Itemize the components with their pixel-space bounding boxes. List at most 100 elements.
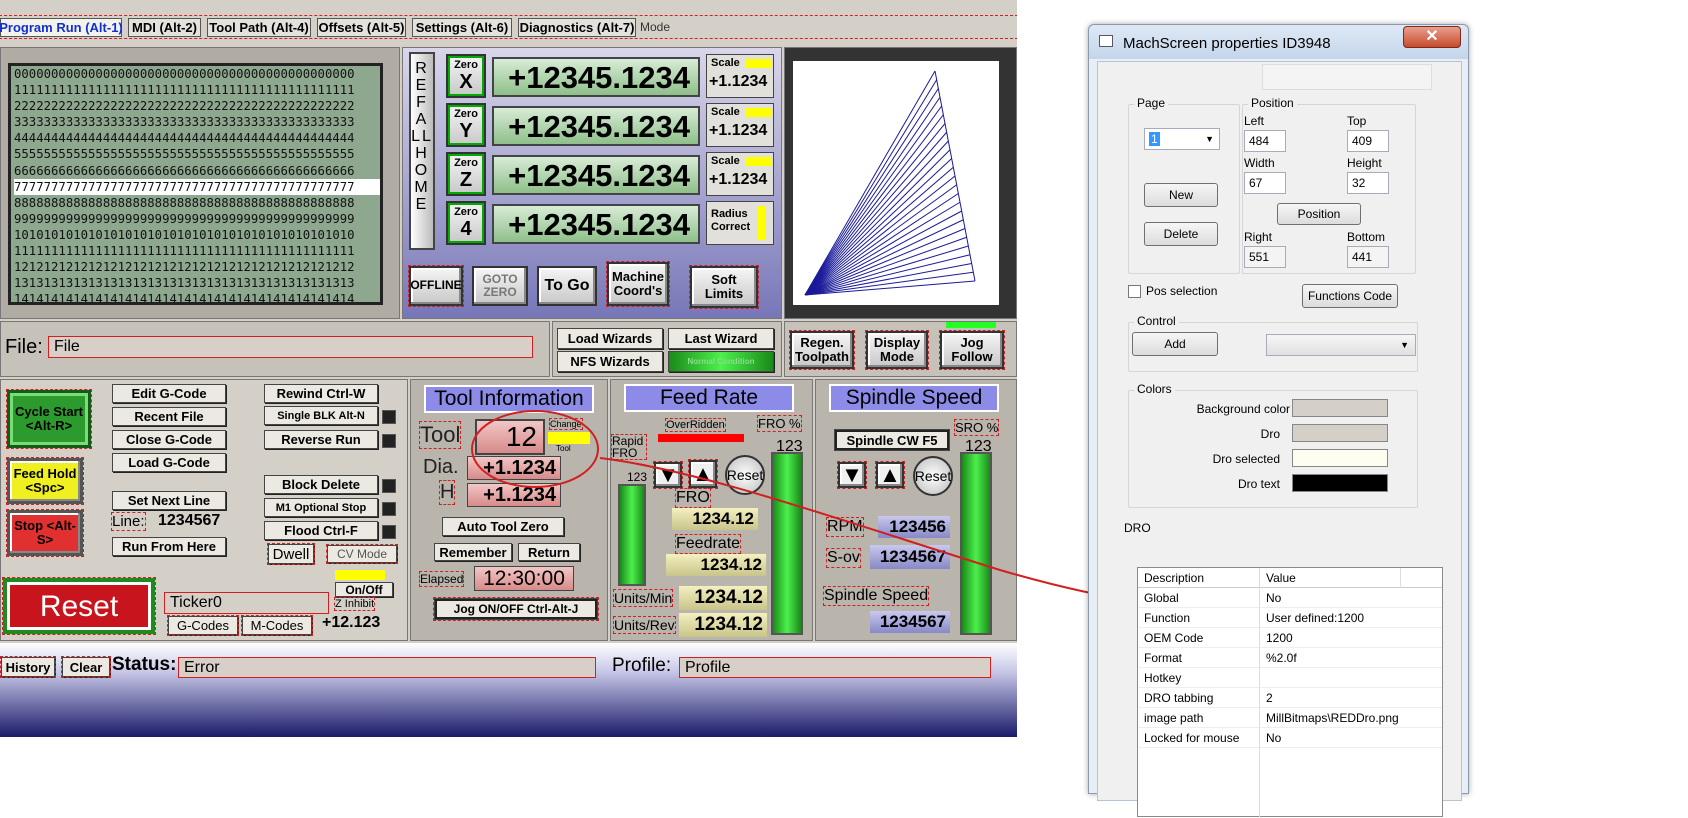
close-gcode-button[interactable]: Close G-Code — [112, 430, 226, 449]
jog-follow-button[interactable]: Jog Follow — [939, 330, 1005, 370]
grid-row[interactable]: Global No — [1138, 588, 1442, 608]
machine-coords-button[interactable]: Machine Coord's — [606, 261, 670, 307]
return-button[interactable]: Return — [518, 543, 580, 561]
dro-color-swatch[interactable] — [1292, 424, 1388, 442]
close-icon[interactable]: ✕ — [1403, 26, 1461, 48]
tool-number-dro[interactable]: 12 — [475, 419, 545, 455]
block-delete-button[interactable]: Block Delete — [264, 475, 378, 494]
fro-up-button[interactable]: ▲ — [688, 459, 718, 489]
offline-button[interactable]: OFFLINE — [408, 265, 464, 307]
grid-row[interactable]: Format %2.0f — [1138, 648, 1442, 668]
toolpath-display[interactable] — [793, 61, 999, 305]
tab-settings[interactable]: Settings (Alt-6) — [412, 18, 512, 37]
recent-file-button[interactable]: Recent File — [112, 407, 226, 426]
set-next-line-button[interactable]: Set Next Line — [112, 491, 226, 510]
tool-dia-dro[interactable]: +1.1234 — [467, 456, 561, 480]
fro-down-button[interactable]: ▼ — [653, 461, 683, 489]
position-button[interactable]: Position — [1277, 203, 1361, 225]
units-rev-dro[interactable]: 1234.12 — [679, 613, 767, 637]
edit-gcode-button[interactable]: Edit G-Code — [112, 384, 226, 403]
grid-row[interactable]: Hotkey — [1138, 668, 1442, 688]
single-block-button[interactable]: Single BLK Alt-N — [264, 406, 378, 425]
units-min-dro[interactable]: 1234.12 — [679, 586, 767, 610]
sro-down-button[interactable]: ▼ — [837, 461, 867, 489]
scale-z-box[interactable]: Scale +1.1234 — [706, 152, 774, 196]
dro-selected-swatch[interactable] — [1292, 449, 1388, 467]
scale-y-box[interactable]: Scale +1.1234 — [706, 103, 774, 147]
rewind-button[interactable]: Rewind Ctrl-W — [264, 384, 378, 403]
tab-tool-path[interactable]: Tool Path (Alt-4) — [207, 18, 311, 37]
history-button[interactable]: History — [0, 656, 56, 678]
top-input[interactable]: 409 — [1347, 130, 1389, 152]
fro-dro[interactable]: 1234.12 — [672, 508, 758, 530]
ref-all-home-button[interactable]: REF ALL HOME — [409, 52, 435, 250]
tab-program-run[interactable]: Program Run (Alt-1) — [0, 18, 123, 37]
nfs-wizards-button[interactable]: NFS Wizards — [557, 351, 663, 372]
last-wizard-button[interactable]: Last Wizard — [668, 328, 774, 349]
tab-diagnostics[interactable]: Diagnostics (Alt-7) — [518, 18, 636, 37]
display-mode-button[interactable]: Display Mode — [865, 330, 929, 370]
z-inhibit-onoff-button[interactable]: On/Off — [335, 582, 393, 597]
regen-toolpath-button[interactable]: Regen. Toolpath — [789, 330, 855, 370]
grid-row[interactable]: OEM Code 1200 — [1138, 628, 1442, 648]
pos-selection-checkbox[interactable] — [1128, 285, 1141, 298]
spindle-speed-dro[interactable]: 1234567 — [870, 611, 950, 633]
height-input[interactable]: 32 — [1347, 172, 1389, 194]
run-from-here-button[interactable]: Run From Here — [112, 537, 226, 556]
radius-correct-box[interactable]: Radius Correct — [706, 201, 774, 245]
grid-row[interactable]: Function User defined:1200 — [1138, 608, 1442, 628]
zero-4-button[interactable]: Zero 4 — [446, 201, 486, 245]
width-input[interactable]: 67 — [1244, 172, 1286, 194]
new-page-button[interactable]: New — [1144, 183, 1218, 207]
grid-row[interactable]: DRO tabbing 2 — [1138, 688, 1442, 708]
gcodes-button[interactable]: G-Codes — [167, 615, 239, 636]
dro-y[interactable]: +12345.1234 — [492, 106, 700, 146]
mcodes-button[interactable]: M-Codes — [241, 615, 313, 636]
fro-reset-button[interactable]: Reset — [725, 455, 765, 495]
load-wizards-button[interactable]: Load Wizards — [557, 328, 663, 349]
zero-z-button[interactable]: Zero Z — [446, 152, 486, 196]
sro-reset-button[interactable]: Reset — [913, 456, 953, 496]
m1-optional-stop-button[interactable]: M1 Optional Stop — [264, 498, 378, 517]
spindle-cw-button[interactable]: Spindle CW F5 — [834, 429, 950, 451]
jog-onoff-button[interactable]: Jog ON/OFF Ctrl-Alt-J — [433, 597, 599, 621]
sov-dro[interactable]: 1234567 — [870, 545, 950, 569]
dro-4[interactable]: +12345.1234 — [492, 204, 700, 244]
bg-color-swatch[interactable] — [1292, 399, 1388, 417]
reset-button[interactable]: Reset — [2, 577, 156, 635]
left-input[interactable]: 484 — [1244, 130, 1286, 152]
clear-button[interactable]: Clear — [61, 656, 111, 678]
rapid-fro-slider[interactable] — [618, 484, 646, 586]
stop-button[interactable]: Stop <Alt-S> — [6, 509, 84, 557]
dro-text-swatch[interactable] — [1292, 474, 1388, 492]
tool-h-dro[interactable]: +1.1234 — [467, 483, 561, 507]
goto-zero-button[interactable]: GOTO ZERO — [472, 266, 528, 306]
zero-y-button[interactable]: Zero Y — [446, 103, 486, 147]
zero-x-button[interactable]: Zero X — [446, 54, 486, 98]
flood-button[interactable]: Flood Ctrl-F — [264, 521, 378, 540]
feed-hold-button[interactable]: Feed Hold <Spc> — [6, 457, 84, 505]
gcode-listing[interactable]: 0000000000000000000000000000000000000000… — [8, 63, 383, 305]
auto-tool-zero-button[interactable]: Auto Tool Zero — [442, 517, 564, 536]
page-select[interactable]: 1 ▼ — [1144, 128, 1220, 150]
scale-x-box[interactable]: Scale +1.1234 — [706, 54, 774, 98]
delete-page-button[interactable]: Delete — [1144, 222, 1218, 246]
grid-row[interactable]: image path MillBitmaps\REDDro.png — [1138, 708, 1442, 728]
cycle-start-button[interactable]: Cycle Start <Alt-R> — [6, 389, 92, 449]
reverse-run-button[interactable]: Reverse Run — [264, 430, 378, 449]
sro-slider[interactable] — [960, 452, 992, 635]
dro-x[interactable]: +12345.1234 — [492, 57, 700, 97]
tab-offsets[interactable]: Offsets (Alt-5) — [317, 18, 406, 37]
load-gcode-button[interactable]: Load G-Code — [112, 453, 226, 472]
add-control-button[interactable]: Add — [1132, 332, 1218, 356]
tab-mdi[interactable]: MDI (Alt-2) — [128, 18, 201, 37]
sro-up-button[interactable]: ▲ — [875, 461, 905, 489]
grid-row[interactable]: Locked for mouse No — [1138, 728, 1442, 748]
rpm-dro[interactable]: 123456 — [878, 516, 950, 538]
feedrate-dro[interactable]: 1234.12 — [666, 554, 766, 576]
remember-button[interactable]: Remember — [434, 543, 512, 561]
control-select[interactable]: ▼ — [1266, 334, 1416, 356]
dro-z[interactable]: +12345.1234 — [492, 155, 700, 195]
functions-code-button[interactable]: Functions Code — [1302, 284, 1398, 308]
to-go-button[interactable]: To Go — [537, 266, 597, 306]
